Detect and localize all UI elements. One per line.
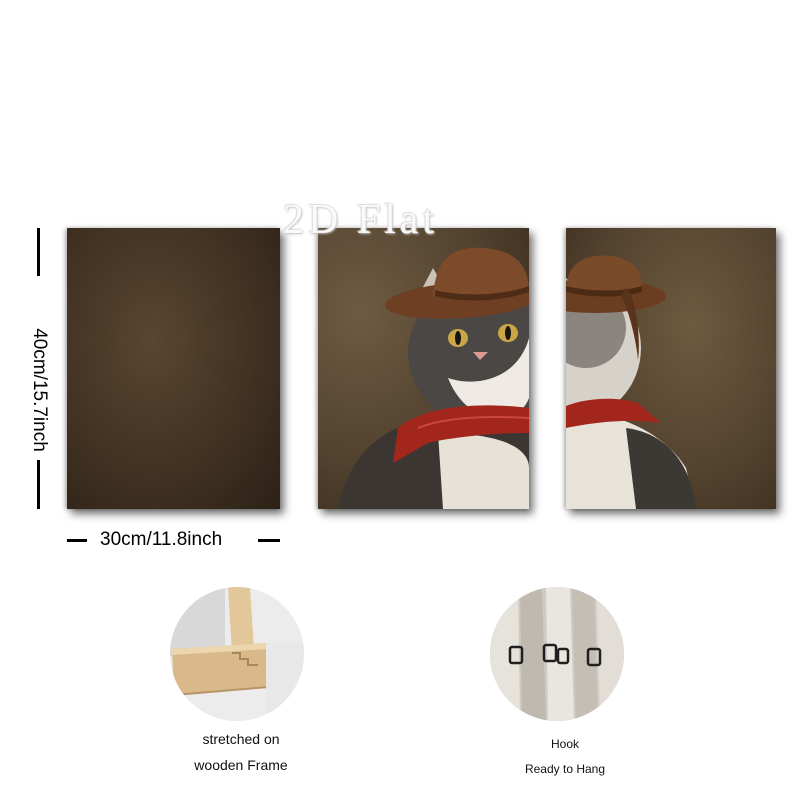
height-dimension-line-top: [37, 228, 40, 276]
hook-image: [490, 587, 624, 721]
width-dimension-line-left: [67, 539, 87, 542]
canvas-panel-right: [566, 228, 776, 509]
canvas-panel-middle: [318, 228, 529, 509]
cat-illustration-middle: [338, 247, 529, 509]
height-dimension-line-bottom: [37, 460, 40, 509]
hook-caption-line1: Hook: [550, 737, 579, 751]
wooden-frame-image: [170, 587, 304, 721]
canvas-panel-left: [67, 228, 280, 509]
cat-illustration-right: [566, 255, 696, 509]
hook-caption-line2: Ready to Hang: [524, 762, 606, 776]
wooden-frame-illustration: [170, 587, 304, 721]
width-dimension-label: 30cm/11.8inch: [100, 529, 223, 550]
height-dimension-label: 40cm/15.7inch: [29, 328, 50, 452]
watermark-text: 2D Flat: [283, 197, 439, 243]
width-dimension-line-right: [258, 539, 280, 542]
frame-caption-line1: stretched on: [202, 731, 280, 747]
frame-caption-line2: wooden Frame: [194, 757, 288, 773]
hook-illustration: [490, 587, 624, 721]
height-dimension: 40cm/15.7inch: [17, 328, 61, 452]
